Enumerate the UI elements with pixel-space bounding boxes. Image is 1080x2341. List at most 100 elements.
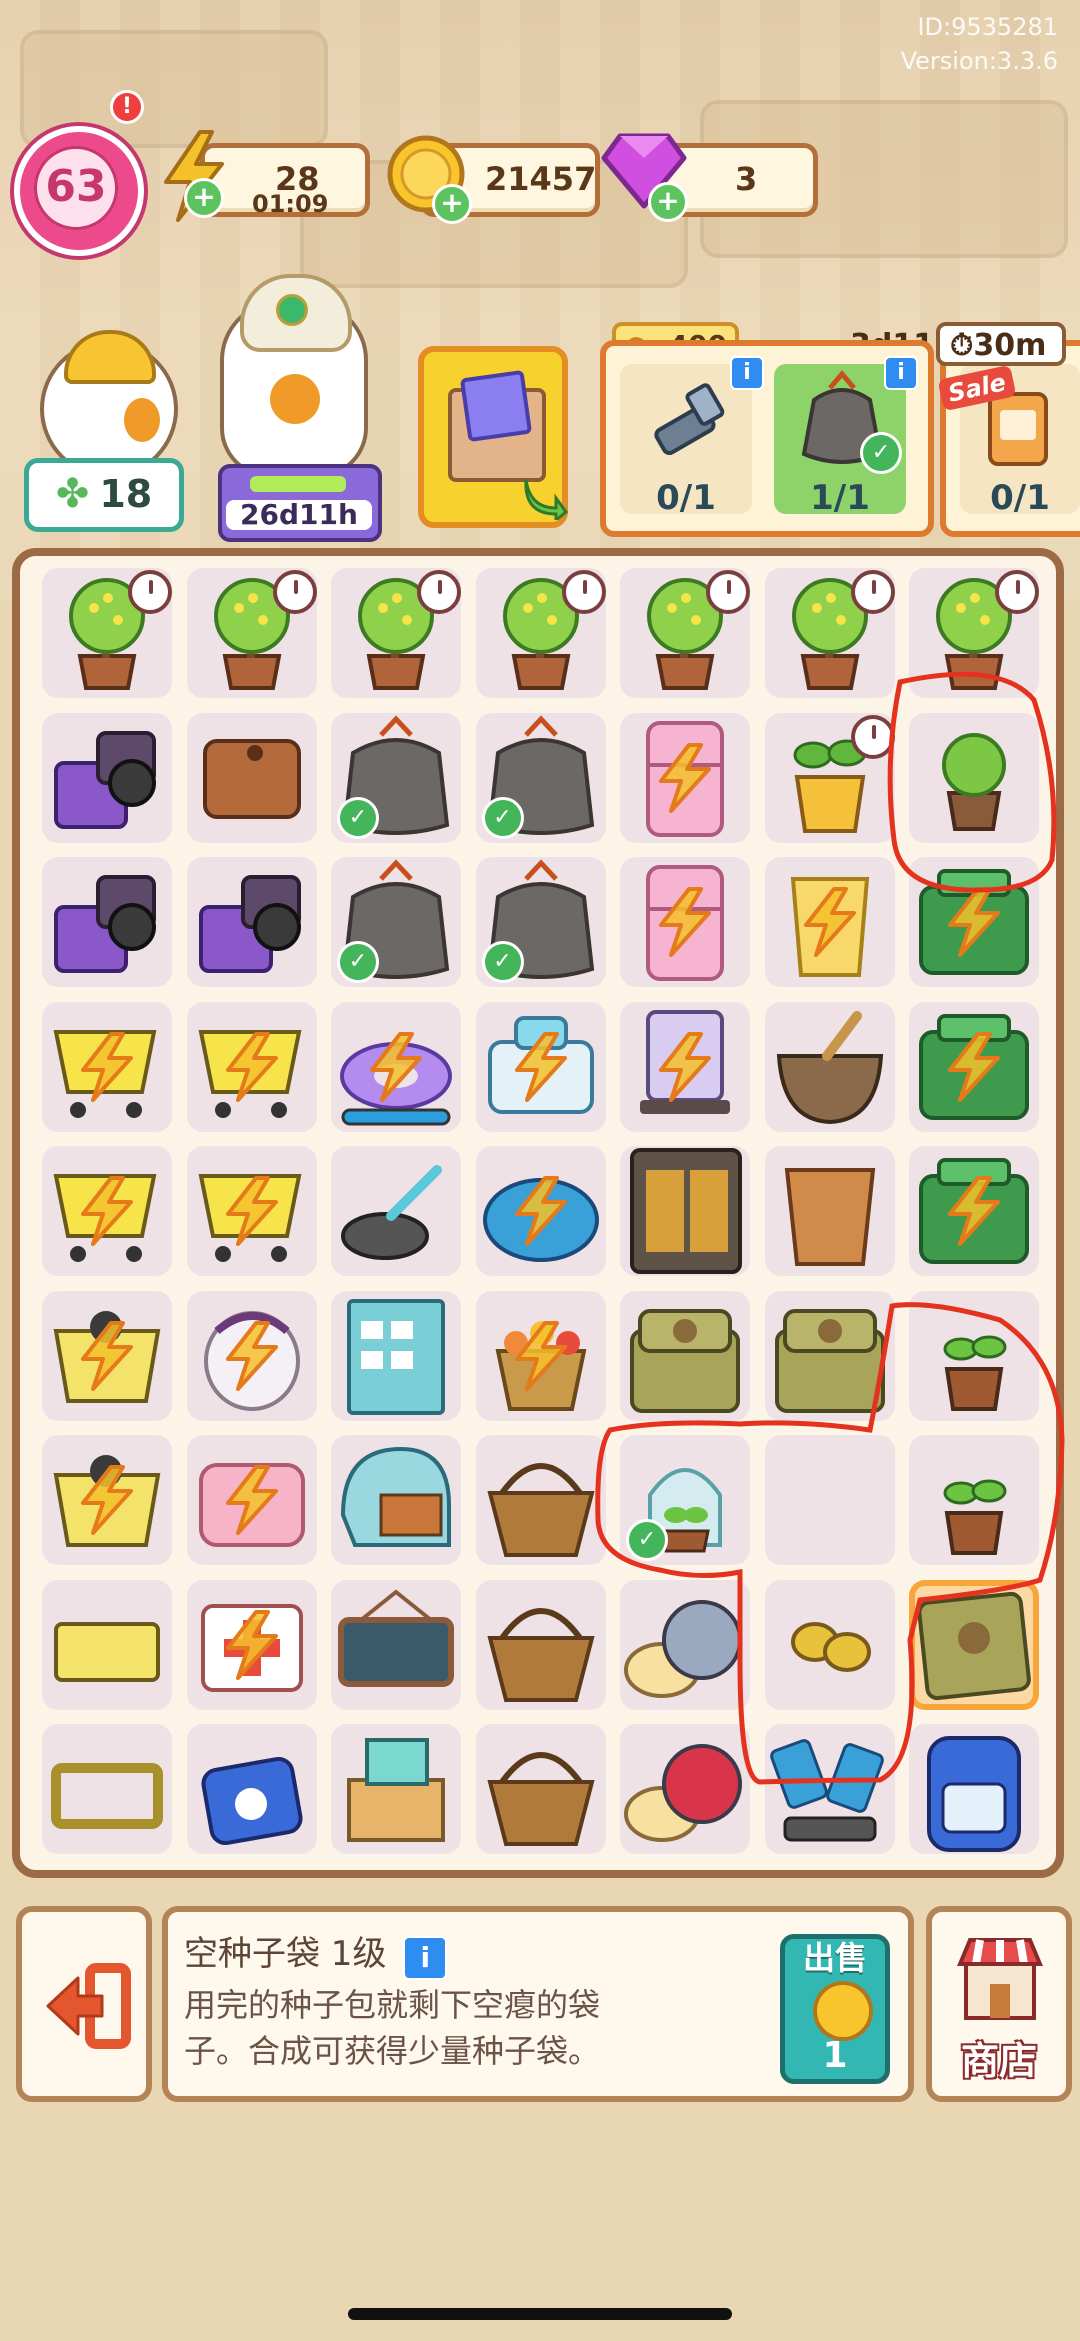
alert-icon[interactable]: !: [110, 90, 144, 124]
board-cell[interactable]: [764, 1435, 895, 1565]
board-cell[interactable]: [909, 857, 1039, 987]
board-cell[interactable]: [331, 1724, 461, 1854]
board-cell[interactable]: [909, 1724, 1039, 1854]
board-cell[interactable]: [186, 1579, 317, 1710]
check-icon: ✓: [481, 796, 524, 839]
energy-bolt-icon: [514, 1031, 567, 1102]
timer-icon: [417, 570, 461, 614]
board-cell[interactable]: [909, 568, 1039, 698]
building-icon: [347, 1298, 445, 1415]
order-slot[interactable]: 0/1 i: [620, 356, 764, 518]
board-cell[interactable]: ✓: [331, 857, 461, 987]
order-panel[interactable]: 0/1 i 1/1 i ✓: [600, 340, 934, 537]
energy-bolt-icon: [659, 1031, 711, 1102]
board-cell[interactable]: [186, 1435, 317, 1565]
info-icon[interactable]: i: [730, 356, 764, 390]
board-cell[interactable]: [620, 857, 750, 987]
board-cell[interactable]: [42, 1146, 172, 1276]
info-icon[interactable]: i: [884, 356, 918, 390]
exit-arrow-icon: [46, 1963, 131, 2049]
board-cell[interactable]: [620, 1001, 750, 1132]
board-cell[interactable]: ✓: [475, 857, 606, 987]
board-cell[interactable]: [620, 1146, 750, 1276]
gem-plus-icon[interactable]: +: [648, 182, 688, 222]
board-cell[interactable]: [42, 1290, 172, 1421]
board-cell[interactable]: [186, 568, 317, 698]
board-cell[interactable]: [764, 1146, 895, 1276]
energy-plus-icon[interactable]: +: [184, 178, 224, 218]
board-cell[interactable]: [764, 1290, 895, 1421]
board-cell[interactable]: [620, 1579, 750, 1710]
board-cell[interactable]: [186, 1001, 317, 1132]
board-cell[interactable]: [331, 1001, 461, 1132]
board-cell[interactable]: [42, 1579, 172, 1710]
board-cell[interactable]: [620, 568, 750, 698]
board-cell[interactable]: [475, 568, 606, 698]
board-cell[interactable]: [909, 1146, 1039, 1276]
helmet-icon: [340, 1446, 451, 1547]
sell-price: 1: [822, 2035, 848, 2076]
beans-icon: [790, 1621, 871, 1672]
board-cell[interactable]: ✓: [475, 712, 606, 843]
item-info-icon[interactable]: i: [403, 1936, 448, 1980]
order-slot[interactable]: 1/1 i ✓: [774, 356, 918, 518]
home-indicator[interactable]: [348, 2308, 732, 2320]
stopwatch-icon: ⏱: [950, 328, 974, 363]
level-badge[interactable]: 63: [14, 126, 144, 256]
board-cell[interactable]: [331, 1290, 461, 1421]
board-cell[interactable]: [764, 568, 895, 698]
board-cell[interactable]: [909, 712, 1039, 843]
board-cell[interactable]: [186, 1724, 317, 1854]
board-cell[interactable]: [186, 712, 317, 843]
board-cell[interactable]: [620, 1724, 750, 1854]
worker-count-badge[interactable]: ✤ 18: [24, 458, 184, 532]
energy-bolt-icon: [81, 1176, 133, 1246]
shop-button[interactable]: 商店: [926, 1906, 1072, 2102]
board-cell[interactable]: [764, 857, 895, 987]
board-cell[interactable]: [186, 857, 317, 987]
board-cell[interactable]: [331, 568, 461, 698]
board-cell[interactable]: [42, 568, 172, 698]
board-cell[interactable]: [331, 1435, 461, 1565]
board-cell[interactable]: [42, 1435, 172, 1565]
board-cell[interactable]: ✓: [331, 712, 461, 843]
clay-pot-icon: [784, 1168, 875, 1266]
board-cell[interactable]: [620, 1290, 750, 1421]
board-cell[interactable]: [909, 1001, 1039, 1132]
timer-icon: [561, 570, 606, 614]
timer-icon: [850, 714, 895, 759]
board-cell[interactable]: [42, 1724, 172, 1854]
board-cell[interactable]: [909, 1435, 1039, 1565]
board-cell[interactable]: [620, 712, 750, 843]
board-cell[interactable]: [42, 857, 172, 987]
board-cell[interactable]: [186, 1290, 317, 1421]
card-pack-button[interactable]: [418, 346, 568, 528]
board-cell[interactable]: [42, 1001, 172, 1132]
exit-button[interactable]: [16, 1906, 152, 2102]
board-cell[interactable]: [475, 1146, 606, 1276]
board-cell[interactable]: ✓: [620, 1435, 750, 1565]
board-cell[interactable]: [909, 1290, 1039, 1421]
purple-luggage-pile-icon: [54, 730, 156, 829]
order-progress: 0/1: [656, 478, 716, 518]
wardrobe-icon: [630, 1148, 742, 1274]
board-cell[interactable]: [764, 1001, 895, 1132]
board-cell[interactable]: [475, 1579, 606, 1710]
board-cell[interactable]: [186, 1146, 317, 1276]
board-cell[interactable]: [42, 712, 172, 843]
board-cell[interactable]: [764, 1579, 895, 1710]
board-cell[interactable]: [764, 1724, 895, 1854]
coin-plus-icon[interactable]: +: [432, 184, 472, 224]
sell-button[interactable]: 出售 1: [780, 1934, 890, 2084]
board-cell[interactable]: [909, 1579, 1039, 1710]
timer-icon: [272, 570, 317, 614]
board-cell[interactable]: [475, 1001, 606, 1132]
board-cell[interactable]: [475, 1435, 606, 1565]
board-cell[interactable]: [475, 1290, 606, 1421]
board-cell[interactable]: [331, 1146, 461, 1276]
board-cell[interactable]: [764, 712, 895, 843]
board-cell[interactable]: [331, 1579, 461, 1710]
board-cell[interactable]: [475, 1724, 606, 1854]
sultan-duck-avatar[interactable]: [220, 274, 368, 478]
check-icon: ✓: [337, 941, 379, 983]
